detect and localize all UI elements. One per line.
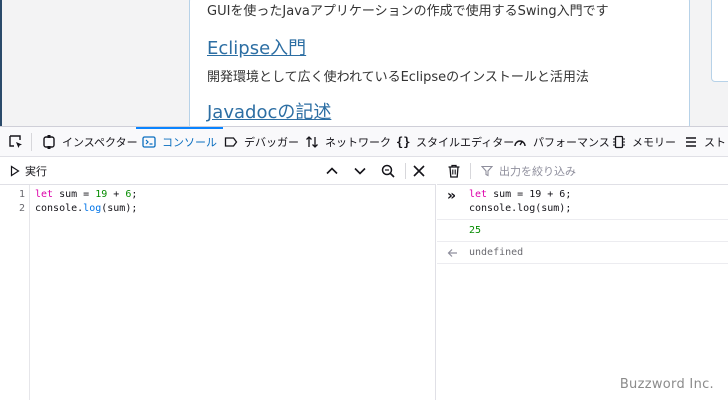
trash-icon[interactable] [446, 163, 462, 179]
multiline-editor[interactable]: 実行 1 2 let sum = 19 + 6; console.log(sum… [0, 157, 436, 400]
filter-icon [481, 165, 493, 177]
code-text: sum = [53, 189, 96, 200]
tab-inspector-label: インスペクター [62, 136, 138, 149]
chevron-down-icon[interactable] [352, 163, 368, 179]
tab-console[interactable]: コンソール [136, 127, 223, 157]
code-args: (sum); [101, 203, 138, 214]
double-chevron-icon: » [447, 188, 457, 204]
debugger-icon [224, 137, 238, 147]
devtools-toolbar: インスペクター コンソール デバッガー ネットワーク {} スタイルエディター [0, 127, 728, 157]
echo-line-2: console.log(sum); [469, 203, 572, 214]
tab-inspector[interactable]: インスペクター [42, 127, 138, 157]
toolbar-separator [31, 133, 32, 151]
console-input-echo: » let sum = 19 + 6; console.log(sum); [437, 185, 728, 220]
tab-style-editor[interactable]: {} スタイルエディター [396, 127, 514, 157]
tab-storage-label: スト [704, 136, 726, 149]
output-toolbar-separator [470, 163, 471, 179]
devtools-panel: インスペクター コンソール デバッガー ネットワーク {} スタイルエディター [0, 126, 728, 400]
line-number: 2 [18, 203, 25, 214]
filter-placeholder: 出力を絞り込み [499, 165, 576, 178]
watermark: Buzzword Inc. [619, 377, 714, 392]
run-button-label: 実行 [25, 165, 47, 178]
run-button[interactable]: 実行 [10, 162, 47, 180]
style-editor-icon: {} [396, 135, 411, 149]
arrow-left-icon [447, 249, 457, 257]
performance-icon [514, 140, 526, 147]
line-number-gutter: 1 2 [0, 185, 30, 400]
code-semicolon: ; [131, 189, 138, 200]
echo-text: sum = 19 + 6; [487, 189, 572, 200]
echo-keyword: let [469, 189, 488, 200]
filter-input[interactable]: 出力を絞り込み [481, 163, 576, 179]
editor-toolbar-separator [405, 163, 406, 179]
tab-memory[interactable]: メモリー [612, 127, 676, 157]
eclipse-description: 開発環境として広く使われているEclipseのインストールと活用法 [207, 70, 589, 85]
log-value: 25 [469, 225, 482, 236]
return-value: undefined [469, 247, 524, 258]
tab-network-label: ネットワーク [325, 136, 391, 149]
code-line-1[interactable]: let sum = 19 + 6; [35, 189, 137, 200]
close-icon[interactable] [411, 163, 427, 179]
tab-debugger-label: デバッガー [244, 136, 299, 149]
tab-debugger[interactable]: デバッガー [224, 127, 299, 157]
inspector-icon [43, 135, 55, 149]
line-number: 1 [18, 189, 25, 200]
network-icon [306, 136, 318, 148]
play-icon [10, 165, 20, 177]
tab-storage[interactable]: スト [684, 127, 726, 157]
console-icon [142, 136, 156, 148]
code-keyword: let [35, 189, 54, 200]
console-return-message: undefined [437, 242, 728, 264]
pretty-print-icon[interactable] [380, 163, 396, 179]
console-log-message: 25 [437, 220, 728, 242]
echo-line-1: let sum = 19 + 6; [469, 189, 571, 200]
eclipse-link[interactable]: Eclipse入門 [207, 34, 306, 60]
code-object: console. [35, 203, 84, 214]
javadoc-link[interactable]: Javadocの記述 [207, 98, 331, 124]
output-toolbar: 出力を絞り込み [437, 157, 728, 185]
side-card [711, 0, 728, 82]
chevron-up-icon[interactable] [324, 163, 340, 179]
code-number: 19 [95, 189, 108, 200]
swing-description: GUIを使ったJavaアプリケーションの作成で使用するSwing入門です [207, 4, 609, 19]
tab-memory-label: メモリー [632, 136, 676, 149]
web-page-content: GUIを使ったJavaアプリケーションの作成で使用するSwing入門です Ecl… [0, 0, 728, 126]
console-output: 出力を絞り込み » let sum = 19 + 6; console.log(… [437, 157, 728, 400]
tab-console-label: コンソール [162, 136, 217, 149]
element-picker-icon[interactable] [8, 134, 24, 150]
editor-toolbar: 実行 [0, 157, 436, 185]
tab-network[interactable]: ネットワーク [305, 127, 391, 157]
code-operator: + [107, 189, 126, 200]
tab-performance[interactable]: パフォーマンス [513, 127, 610, 157]
storage-icon [686, 137, 696, 147]
code-line-2[interactable]: console.log(sum); [35, 203, 137, 214]
page-left-border [0, 0, 2, 126]
tab-performance-label: パフォーマンス [533, 136, 610, 149]
memory-icon [613, 135, 625, 149]
tab-style-editor-label: スタイルエディター [416, 136, 515, 149]
code-function: log [83, 203, 102, 214]
